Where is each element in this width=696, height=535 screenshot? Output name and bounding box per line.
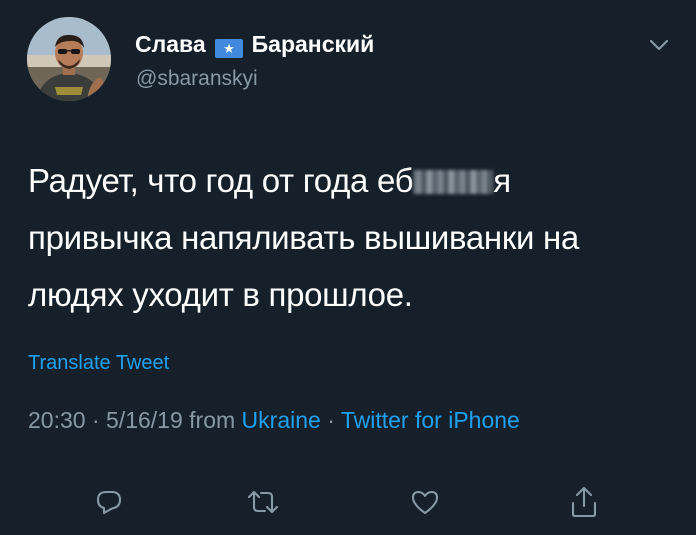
location-link[interactable]: Ukraine [242,407,321,433]
share-button[interactable] [566,484,602,520]
reply-button[interactable] [91,484,127,520]
avatar-photo [27,17,111,101]
user-handle[interactable]: @sbaranskyi [136,66,258,92]
tweet-line-3: людях уходит в прошлое. [28,276,413,313]
tweet-line-1-end: я [493,162,511,199]
censored-word [413,170,494,194]
action-bar [0,484,696,520]
client-link[interactable]: Twitter for iPhone [341,407,520,433]
display-name[interactable]: Слава Баранский [135,30,374,58]
avatar[interactable] [27,17,111,101]
tweet-date[interactable]: 5/16/19 [106,407,183,433]
somalia-flag-icon [214,36,243,58]
meta-separator: · [91,407,100,433]
reply-icon [96,490,122,515]
from-label: from [189,407,236,433]
tweet-line-1-start: Радует, что год от года еб [28,162,414,199]
retweet-icon [247,490,279,514]
translate-tweet-link[interactable]: Translate Tweet [28,350,169,376]
tweet-line-1: Радует, что год от года еб я [28,152,668,209]
meta-separator-2: · [327,407,335,433]
share-icon [571,486,597,518]
name-last: Баранский [251,31,375,57]
like-button[interactable] [407,484,443,520]
tweet-text: Радует, что год от года еб я привычка нап… [28,152,668,323]
heart-icon [411,490,439,515]
chevron-down-icon[interactable] [648,38,670,52]
tweet-line-2: привычка напяливать вышиванки на [28,219,579,256]
retweet-button[interactable] [245,484,281,520]
tweet-meta: 20:30 · 5/16/19 from Ukraine · Twitter f… [28,405,520,435]
tweet-time[interactable]: 20:30 [28,407,86,433]
name-first: Слава [135,31,206,57]
